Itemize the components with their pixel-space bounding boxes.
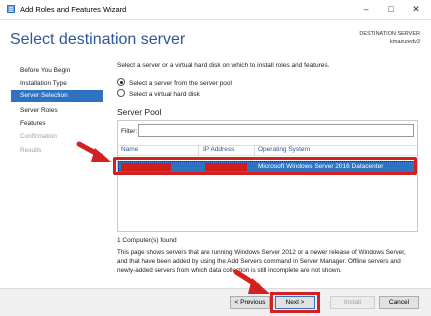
nav-item-before-you-begin[interactable]: Before You Begin <box>11 65 103 77</box>
filter-label: Filter: <box>121 128 138 135</box>
destination-server-label: DESTINATION SERVER <box>359 31 420 37</box>
minimize-button[interactable]: – <box>355 2 377 16</box>
window-title: Add Roles and Features Wizard <box>20 5 127 14</box>
column-header-name[interactable]: Name <box>121 146 138 153</box>
destination-server-value: kmazuredv3 <box>390 39 420 45</box>
column-header-os[interactable]: Operating System <box>258 146 310 153</box>
annotation-arrow-icon <box>76 141 111 162</box>
server-pool-heading: Server Pool <box>117 107 162 117</box>
nav-item-installation-type[interactable]: Installation Type <box>11 78 103 90</box>
cancel-button[interactable]: Cancel <box>379 296 419 309</box>
nav-item-server-roles[interactable]: Server Roles <box>11 105 103 117</box>
column-separator <box>198 145 199 156</box>
radio-virtual-disk-label[interactable]: Select a virtual hard disk <box>129 91 200 98</box>
radio-server-pool-label[interactable]: Select a server from the server pool <box>129 80 232 87</box>
column-header-ip[interactable]: IP Address <box>203 146 234 153</box>
nav-item-server-selection[interactable]: Server Selection <box>11 90 103 102</box>
install-button: Install <box>330 296 375 309</box>
close-button[interactable]: ✕ <box>405 2 427 16</box>
annotation-arrow-icon <box>233 269 270 294</box>
radio-unchecked-icon[interactable] <box>117 89 125 97</box>
radio-virtual-disk[interactable]: Select a virtual hard disk <box>117 89 200 99</box>
radio-checked-icon[interactable] <box>117 78 125 86</box>
column-separator <box>254 145 255 156</box>
maximize-button[interactable]: □ <box>380 2 402 16</box>
annotation-highlight-next <box>270 292 320 313</box>
page-title: Select destination server <box>10 31 186 48</box>
nav-item-features[interactable]: Features <box>11 118 103 130</box>
radio-server-pool[interactable]: Select a server from the server pool <box>117 78 232 88</box>
intro-text: Select a server or a virtual hard disk o… <box>117 62 330 69</box>
filter-input[interactable] <box>138 124 414 137</box>
computer-count: 1 Computer(s) found <box>117 237 177 244</box>
annotation-highlight-row <box>113 157 417 175</box>
server-manager-icon <box>7 5 15 13</box>
